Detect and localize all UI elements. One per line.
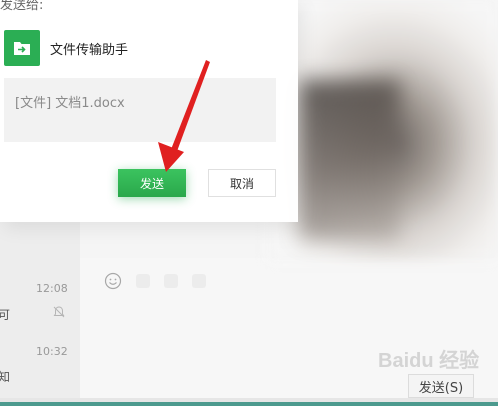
watermark: Baidu 经验 (378, 350, 480, 372)
preview-text: [文件] 文档1.docx (15, 96, 125, 111)
blurred-photo-shadow (300, 80, 400, 240)
send-to-label: 发送给: (0, 0, 44, 13)
mute-bell-icon (53, 306, 65, 318)
taskbar-edge (0, 402, 498, 406)
message-preview: [文件] 文档1.docx (4, 78, 276, 142)
send-to-dialog: 发送给: 文件传输助手 [文件] 文档1.docx 发送 取消 (0, 0, 298, 222)
input-toolbar (136, 274, 206, 288)
chat-time: 12:08 (36, 282, 68, 295)
recipient-item[interactable]: 文件传输助手 (4, 30, 128, 66)
chat-snippet[interactable]: 知 (0, 368, 10, 385)
chat-bubble-icon[interactable] (192, 274, 206, 288)
chat-snippet[interactable]: 可 (0, 306, 10, 323)
file-transfer-icon (4, 30, 40, 66)
chat-list-background (0, 220, 80, 406)
send-message-button[interactable]: 发送(S) (408, 374, 474, 398)
folder-icon[interactable] (136, 274, 150, 288)
chat-time: 10:32 (36, 345, 68, 358)
emoji-icon[interactable] (104, 272, 122, 290)
annotation-arrow-icon (158, 60, 210, 172)
recipient-name: 文件传输助手 (50, 42, 129, 58)
folder-arrow-icon (14, 42, 30, 55)
scissors-icon[interactable] (164, 274, 178, 288)
screen: 12:08 可 10:32 知 Baidu 经验 发送(S) 发送给: 文件传输… (0, 0, 498, 406)
